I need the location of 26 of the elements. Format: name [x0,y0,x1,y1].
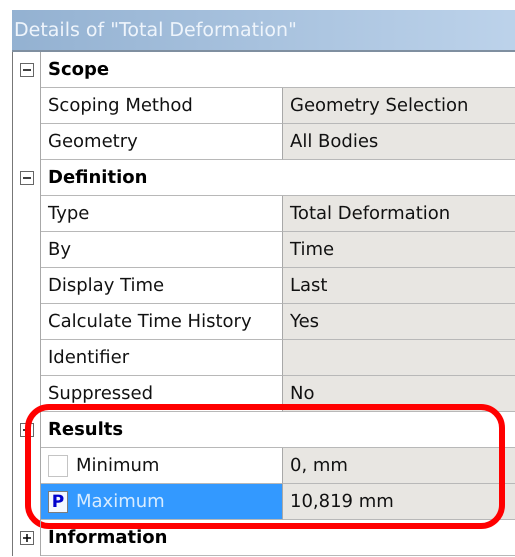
property-label: Minimum [76,455,160,476]
property-value-cell: All Bodies [283,124,515,160]
property-label-cell[interactable]: Type [41,196,283,232]
property-label-cell[interactable]: P Maximum [41,484,283,520]
property-value-cell: Time [283,232,515,268]
property-value-cell: Yes [283,304,515,340]
property-label: Maximum [76,491,165,512]
property-label-cell[interactable]: Calculate Time History [41,304,283,340]
group-header[interactable]: Information [41,520,515,556]
property-value-cell: Geometry Selection [283,88,515,124]
parameter-checkbox[interactable] [48,454,68,476]
parameter-checkbox[interactable]: P [48,490,68,512]
collapse-icon[interactable] [20,171,34,185]
property-label-cell[interactable]: Geometry [41,124,283,160]
property-value-cell: Last [283,268,515,304]
property-label-cell[interactable]: Minimum [41,448,283,484]
property-value-cell: 10,819 mm [283,484,515,520]
property-label-cell[interactable]: By [41,232,283,268]
panel-title: Details of "Total Deformation" [14,19,297,41]
expand-icon[interactable] [20,531,34,545]
property-label-cell[interactable]: Display Time [41,268,283,304]
collapse-icon[interactable] [20,63,34,77]
property-label-cell[interactable]: Scoping Method [41,88,283,124]
property-value-cell: 0, mm [283,448,515,484]
property-value-cell: Total Deformation [283,196,515,232]
property-label-cell[interactable]: Identifier [41,340,283,376]
